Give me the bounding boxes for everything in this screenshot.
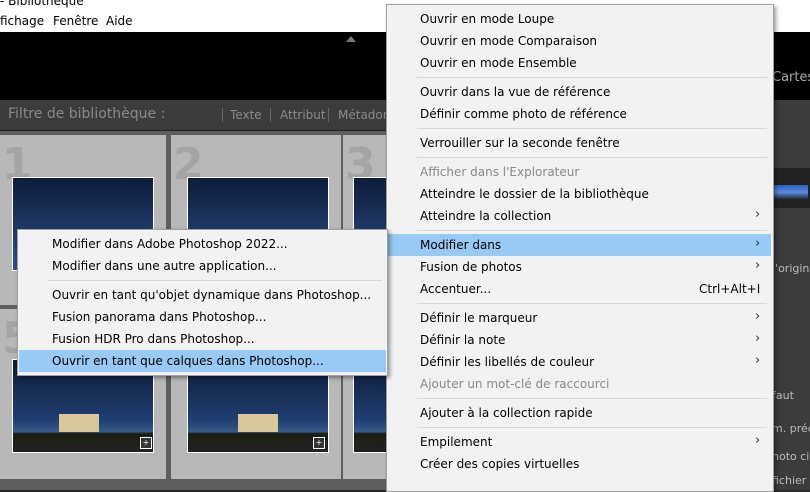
submenu-arrow-icon: › [755, 353, 761, 368]
menu-aide[interactable]: Aide [106, 14, 133, 28]
edit-badge-icon: + [313, 437, 325, 449]
menu-separator [417, 303, 767, 304]
submenu-item-fusion-panorama[interactable]: Fusion panorama dans Photoshop... [18, 306, 387, 328]
menu-item-collection-rapide[interactable]: Ajouter à la collection rapide [387, 402, 773, 424]
menu-separator [417, 398, 767, 399]
filter-bar-title: Filtre de bibliothèque : [8, 106, 166, 122]
menu-item-photo-reference[interactable]: Définir comme photo de référence [387, 103, 773, 125]
submenu-item-photoshop-2022[interactable]: Modifier dans Adobe Photoshop 2022... [18, 233, 387, 255]
menu-separator [417, 427, 767, 428]
submenu-arrow-icon: › [755, 433, 761, 448]
submenu-arrow-icon: › [755, 207, 761, 222]
window-title: - Bibliothèque [0, 0, 84, 8]
menu-item-dossier-bibliotheque[interactable]: Atteindre le dossier de la bibliothèque [387, 183, 773, 205]
menu-separator [417, 157, 767, 158]
submenu-modifier-dans: Modifier dans Adobe Photoshop 2022... Mo… [17, 229, 388, 376]
filter-attribut[interactable]: Attribut [280, 108, 326, 122]
menu-item-marqueur[interactable]: Définir le marqueur › [387, 307, 773, 329]
menu-separator [417, 77, 767, 78]
submenu-arrow-icon: › [755, 236, 761, 251]
submenu-arrow-icon: › [755, 258, 761, 273]
submenu-item-objet-dynamique[interactable]: Ouvrir en tant qu'objet dynamique dans P… [18, 284, 387, 306]
shortcut-label: Ctrl+Alt+I [699, 282, 761, 296]
submenu-item-fusion-hdr[interactable]: Fusion HDR Pro dans Photoshop... [18, 328, 387, 350]
submenu-arrow-icon: › [755, 309, 761, 324]
panel-fragment: faut [772, 389, 794, 402]
menu-item-comparaison[interactable]: Ouvrir en mode Comparaison [387, 30, 773, 52]
menu-fenetre[interactable]: Fenêtre [53, 14, 98, 28]
panel-fragment: l'origine [772, 262, 810, 275]
menu-item-accentuer[interactable]: Accentuer... Ctrl+Alt+I [387, 278, 773, 300]
menu-item-collection[interactable]: Atteindre la collection › [387, 205, 773, 227]
filter-texte[interactable]: Texte [230, 108, 262, 122]
church-silhouette [238, 413, 278, 432]
submenu-item-calques[interactable]: Ouvrir en tant que calques dans Photosho… [19, 350, 386, 372]
menu-separator [48, 280, 382, 281]
panel-fragment: hoto cib [772, 450, 810, 463]
context-menu: Ouvrir en mode Loupe Ouvrir en mode Comp… [386, 4, 774, 492]
divider [222, 108, 223, 122]
histogram [772, 168, 810, 208]
divider [328, 108, 329, 122]
menu-item-ensemble[interactable]: Ouvrir en mode Ensemble [387, 52, 773, 74]
menu-item-verrouiller[interactable]: Verrouiller sur la seconde fenêtre [387, 132, 773, 154]
menu-item-explorateur: Afficher dans l'Explorateur [420, 165, 580, 179]
church-silhouette [59, 413, 99, 432]
divider [270, 108, 271, 122]
module-cartes[interactable]: Cartes [772, 70, 810, 85]
edit-badge-icon: + [140, 437, 152, 449]
panel-fragment: m. préc [772, 422, 810, 435]
menu-item-fusion-photos[interactable]: Fusion de photos › [387, 256, 773, 278]
menu-item-copies-virtuelles[interactable]: Créer des copies virtuelles [387, 453, 773, 475]
submenu-arrow-icon: › [755, 331, 761, 346]
menu-fichier[interactable]: fichage [0, 14, 44, 28]
menu-item-empilement[interactable]: Empilement › [387, 431, 773, 453]
menu-separator [417, 128, 767, 129]
menu-item-modifier-dans[interactable]: Modifier dans › [388, 234, 771, 256]
menu-item-loupe[interactable]: Ouvrir en mode Loupe [387, 8, 773, 30]
panel-fragment: fichier [772, 474, 807, 487]
submenu-item-autre-application[interactable]: Modifier dans une autre application... [18, 255, 387, 277]
menu-item-libelles-couleur[interactable]: Définir les libellés de couleur › [387, 351, 773, 373]
menu-separator [417, 230, 767, 231]
menu-item-note[interactable]: Définir la note › [387, 329, 773, 351]
collapse-triangle-icon[interactable] [346, 36, 356, 42]
menu-item-vue-reference[interactable]: Ouvrir dans la vue de référence [387, 81, 773, 103]
menu-item-mot-cle-raccourci: Ajouter un mot-clé de raccourci [420, 377, 610, 391]
